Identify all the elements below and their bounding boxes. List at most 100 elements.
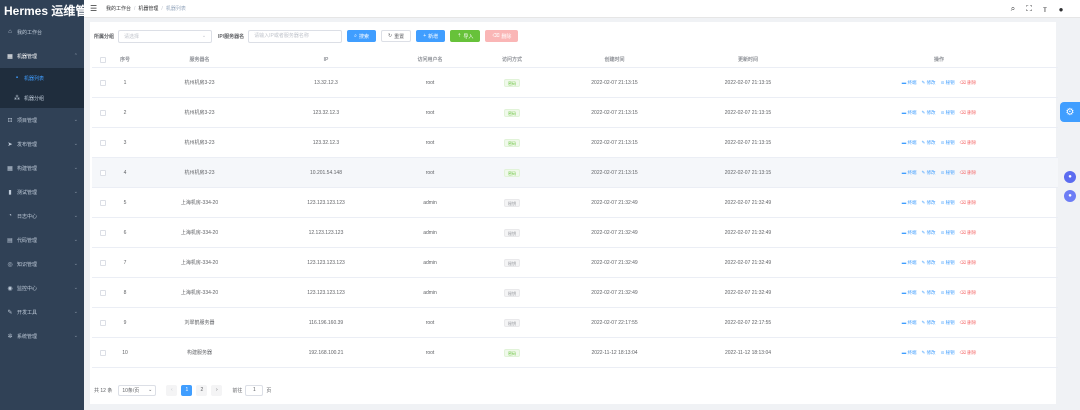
row-checkbox[interactable]	[92, 319, 114, 326]
sidebar-item-9[interactable]: ◉ 监控中心 ⌄	[0, 276, 84, 300]
search-button[interactable]: ⌕ 搜索	[347, 30, 376, 42]
delete-link[interactable]: ⌫ 删除	[960, 140, 977, 146]
sidebar-item-0[interactable]: ⌂ 我的工作台	[0, 20, 84, 44]
reset-button-label: 重置	[394, 33, 405, 40]
select-all-checkbox[interactable]	[92, 56, 114, 63]
delete-link[interactable]: ⌫ 删除	[960, 200, 977, 206]
settings-drawer-button[interactable]: ⚙	[1060, 102, 1080, 122]
key-link[interactable]: ⊙ 秘钥	[941, 110, 955, 116]
table-row: 4 杭州机房3-23 10.201.54.148 root 密码 2022-02-07 2…	[92, 158, 1058, 188]
edit-link[interactable]: ✎ 修改	[922, 200, 936, 206]
fullscreen-icon[interactable]: ⛶	[1024, 4, 1034, 14]
sidebar-item-1[interactable]: ▦ 机器管理 ⌃	[0, 44, 84, 68]
goto-prefix: 前往	[232, 387, 243, 394]
delete-button[interactable]: ⌫ 删除	[485, 30, 519, 42]
edit-link[interactable]: ✎ 修改	[922, 230, 936, 236]
add-button[interactable]: + 新增	[416, 30, 446, 42]
row-checkbox[interactable]	[92, 349, 114, 356]
floating-assistant-icon[interactable]: ●	[1064, 190, 1076, 202]
edit-link[interactable]: ✎ 修改	[922, 170, 936, 176]
row-checkbox[interactable]	[92, 139, 114, 146]
sidebar-item-5[interactable]: ▮ 测试管理 ⌄	[0, 180, 84, 204]
key-link[interactable]: ⊙ 秘钥	[941, 80, 955, 86]
page-size-select[interactable]: 10条/页 ⌄	[118, 384, 157, 396]
sidebar-item-8[interactable]: ◎ 知识管理 ⌄	[0, 252, 84, 276]
sidebar-item-6[interactable]: ◔ 日志中心 ⌄	[0, 204, 84, 228]
sidebar-subitem-1[interactable]: ⁂ 机器分组	[0, 88, 84, 108]
page-1-button[interactable]: 1	[181, 384, 193, 396]
key-link[interactable]: ⊙ 秘钥	[941, 140, 955, 146]
edit-link[interactable]: ✎ 修改	[922, 320, 936, 326]
plus-icon: +	[423, 33, 427, 39]
goto-page-input[interactable]	[245, 384, 264, 396]
terminal-link[interactable]: ▬ 终端	[902, 260, 917, 266]
group-select[interactable]: 请选择 ⌄	[118, 29, 213, 43]
sidebar-item-3[interactable]: ➤ 发布管理 ⌄	[0, 132, 84, 156]
page-2-button[interactable]: 2	[196, 384, 208, 396]
key-link[interactable]: ⊙ 秘钥	[941, 290, 955, 296]
cell-mode: 秘钥	[471, 318, 553, 327]
terminal-link[interactable]: ▬ 终端	[902, 290, 917, 296]
floating-chat-icon[interactable]: ●	[1064, 171, 1076, 183]
sidebar-item-10[interactable]: ✎ 开发工具 ⌄	[0, 300, 84, 324]
sidebar-item-2[interactable]: ⊡ 项目管理 ⌄	[0, 108, 84, 132]
terminal-link[interactable]: ▬ 终端	[902, 320, 917, 326]
row-checkbox[interactable]	[92, 229, 114, 236]
key-link[interactable]: ⊙ 秘钥	[941, 350, 955, 356]
delete-label: 删除	[967, 259, 977, 265]
edit-link[interactable]: ✎ 修改	[922, 80, 936, 86]
edit-link[interactable]: ✎ 修改	[922, 260, 936, 266]
row-checkbox[interactable]	[92, 109, 114, 116]
key-link[interactable]: ⊙ 秘钥	[941, 260, 955, 266]
breadcrumb-item-workbench[interactable]: 我的工作台	[106, 5, 131, 12]
key-link[interactable]: ⊙ 秘钥	[941, 230, 955, 236]
edit-link[interactable]: ✎ 修改	[922, 290, 936, 296]
settings-icon: ✲	[7, 333, 13, 340]
terminal-link[interactable]: ▬ 终端	[902, 110, 917, 116]
sidebar-item-11[interactable]: ✲ 系统管理 ⌄	[0, 324, 84, 348]
row-checkbox[interactable]	[92, 259, 114, 266]
reset-button[interactable]: ↻ 重置	[380, 30, 412, 42]
user-avatar-icon[interactable]: ●	[1056, 5, 1066, 14]
sidebar-item-4[interactable]: ▦ 构建管理 ⌄	[0, 156, 84, 180]
sidebar-item-7[interactable]: ▤ 代码管理 ⌄	[0, 228, 84, 252]
header-ops: 操作	[933, 57, 944, 63]
terminal-link[interactable]: ▬ 终端	[902, 230, 917, 236]
delete-link[interactable]: ⌫ 删除	[960, 230, 977, 236]
row-checkbox[interactable]	[92, 169, 114, 176]
delete-link[interactable]: ⌫ 删除	[960, 260, 977, 266]
delete-link[interactable]: ⌫ 删除	[960, 170, 977, 176]
terminal-link[interactable]: ▬ 终端	[902, 170, 917, 176]
delete-link[interactable]: ⌫ 删除	[960, 80, 977, 86]
delete-link[interactable]: ⌫ 删除	[960, 290, 977, 296]
terminal-link[interactable]: ▬ 终端	[902, 140, 917, 146]
edit-label: 修改	[926, 79, 936, 85]
row-checkbox[interactable]	[92, 79, 114, 86]
delete-link[interactable]: ⌫ 删除	[960, 350, 977, 356]
edit-link[interactable]: ✎ 修改	[922, 350, 936, 356]
terminal-link[interactable]: ▬ 终端	[902, 80, 917, 86]
row-checkbox[interactable]	[92, 289, 114, 296]
sidebar-item-label: 日志中心	[17, 213, 38, 220]
key-link[interactable]: ⊙ 秘钥	[941, 320, 955, 326]
search-icon[interactable]: ⌕	[1008, 4, 1018, 14]
terminal-link[interactable]: ▬ 终端	[902, 350, 917, 356]
cell-updated: 2022-02-07 21:32:49	[724, 259, 772, 266]
import-button[interactable]: ⇡ 导入	[450, 30, 481, 42]
prev-page-button[interactable]: ‹	[166, 384, 178, 396]
key-link[interactable]: ⊙ 秘钥	[941, 200, 955, 206]
font-size-icon[interactable]: т	[1040, 5, 1050, 14]
delete-link[interactable]: ⌫ 删除	[960, 110, 977, 116]
ip-search-input[interactable]	[248, 29, 343, 43]
edit-link[interactable]: ✎ 修改	[922, 140, 936, 146]
edit-link[interactable]: ✎ 修改	[922, 110, 936, 116]
hamburger-icon[interactable]: ☰	[90, 4, 100, 13]
delete-link[interactable]: ⌫ 删除	[960, 320, 977, 326]
key-link[interactable]: ⊙ 秘钥	[941, 170, 955, 176]
sidebar-subitem-0[interactable]: ▪ 机器列表	[0, 68, 84, 88]
cell-mode: 秘钥	[471, 228, 553, 237]
next-page-button[interactable]: ›	[211, 384, 223, 396]
breadcrumb-item-machine-mgmt[interactable]: 机器管理	[138, 5, 158, 12]
terminal-link[interactable]: ▬ 终端	[902, 200, 917, 206]
row-checkbox[interactable]	[92, 199, 114, 206]
